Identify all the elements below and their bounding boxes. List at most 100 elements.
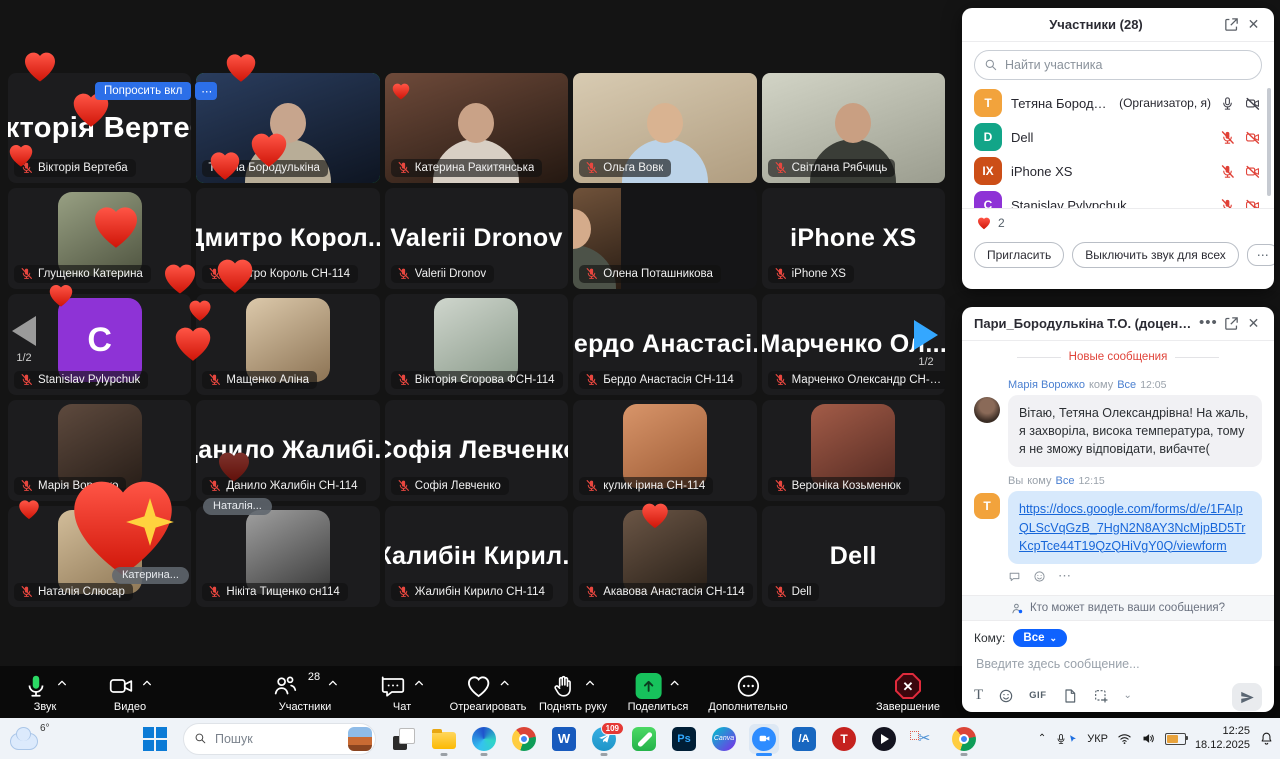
video-tile[interactable]: кулик ірина СН-114 bbox=[573, 400, 756, 501]
participant-row[interactable]: IX iPhone XS bbox=[962, 154, 1274, 188]
zoom-app-button[interactable] bbox=[752, 727, 776, 751]
attach-file-icon[interactable] bbox=[1062, 688, 1078, 704]
chevron-up-icon[interactable] bbox=[57, 679, 67, 687]
video-tile[interactable]: Valerii Dronov Valerii Dronov bbox=[385, 188, 568, 289]
chevron-up-icon[interactable] bbox=[500, 679, 510, 687]
camera-off-icon[interactable] bbox=[1245, 130, 1260, 145]
chrome-button[interactable] bbox=[512, 727, 536, 751]
chevron-down-icon[interactable]: ⌄ bbox=[1124, 690, 1132, 701]
ask-to-unmute-button[interactable]: Попросить вкл bbox=[95, 82, 191, 100]
video-tile[interactable]: Софія Левченко Софія Левченко bbox=[385, 400, 568, 501]
participant-row[interactable]: T Тетяна Бородулькі... (Организатор, я) bbox=[962, 86, 1274, 120]
toolbar-end-meeting[interactable]: ✕ Завершение bbox=[876, 673, 940, 713]
video-tile[interactable]: Глущенко Катерина bbox=[8, 188, 191, 289]
toolbar-raise-hand[interactable]: Поднять руку bbox=[539, 673, 607, 713]
video-tile[interactable]: Мащенко Аліна bbox=[196, 294, 379, 395]
message-recipient[interactable]: Все bbox=[1117, 379, 1136, 391]
message-more-icon[interactable]: ⋯ bbox=[1058, 571, 1071, 581]
battery-icon[interactable] bbox=[1165, 733, 1186, 745]
gallery-prev-page[interactable]: 1/2 bbox=[12, 316, 36, 364]
chrome-secondary-button[interactable] bbox=[952, 727, 976, 751]
toolbar-react[interactable]: Отреагировать bbox=[450, 673, 527, 713]
video-tile[interactable]: Вероніка Козьменюк bbox=[762, 400, 945, 501]
reply-icon[interactable] bbox=[1008, 570, 1021, 583]
toolbar-chat[interactable]: Чат bbox=[380, 673, 424, 713]
participants-more-button[interactable]: ⋯ bbox=[1247, 244, 1274, 266]
video-tile[interactable]: Жалибін Кирил... Жалибін Кирило СН-114 bbox=[385, 506, 568, 607]
language-indicator[interactable]: УКР bbox=[1087, 733, 1108, 745]
participant-search-input[interactable] bbox=[974, 50, 1262, 80]
video-tile[interactable]: Нікіта Тищенко сн114 bbox=[196, 506, 379, 607]
chevron-up-icon[interactable] bbox=[414, 679, 424, 687]
tile-more-button[interactable]: ⋯ bbox=[195, 82, 217, 100]
notes-app-button[interactable] bbox=[632, 727, 656, 751]
video-tile[interactable]: Акавова Анастасія СН-114 bbox=[573, 506, 756, 607]
mic-muted-icon[interactable] bbox=[1220, 164, 1235, 179]
video-tile[interactable]: Вікторія Єгорова ФСН-114 bbox=[385, 294, 568, 395]
video-tile[interactable]: Наталія Слюсар bbox=[8, 506, 191, 607]
popout-icon[interactable] bbox=[1223, 16, 1240, 33]
weather-widget[interactable]: 6° bbox=[10, 723, 50, 750]
toolbar-participants[interactable]: 28 Участники bbox=[272, 673, 338, 713]
gif-button[interactable]: GIF bbox=[1029, 690, 1046, 701]
movavi-button[interactable]: /A bbox=[792, 727, 816, 751]
video-tile[interactable]: Світлана Рябчиць bbox=[762, 73, 945, 183]
video-tile[interactable]: iPhone XS iPhone XS bbox=[762, 188, 945, 289]
mic-muted-icon[interactable] bbox=[1220, 130, 1235, 145]
participant-row[interactable]: C Stanislav Pylypchuk bbox=[962, 188, 1274, 208]
close-icon[interactable]: ✕ bbox=[1245, 315, 1262, 332]
file-explorer-button[interactable] bbox=[432, 727, 456, 751]
t-app-button[interactable]: T bbox=[832, 727, 856, 751]
close-icon[interactable]: ✕ bbox=[1245, 16, 1262, 33]
volume-icon[interactable] bbox=[1141, 731, 1156, 746]
message-recipient[interactable]: Все bbox=[1056, 475, 1075, 487]
video-tile[interactable]: Dell Dell bbox=[762, 506, 945, 607]
chevron-up-icon[interactable] bbox=[585, 679, 595, 687]
toolbar-video[interactable]: Видео bbox=[108, 673, 152, 713]
camera-off-icon[interactable] bbox=[1245, 198, 1260, 209]
next-page-arrow-icon[interactable] bbox=[914, 320, 938, 350]
video-tile[interactable]: Бердо Анастасі... Бердо Анастасія СН-114 bbox=[573, 294, 756, 395]
mute-all-button[interactable]: Выключить звук для всех bbox=[1072, 242, 1238, 268]
photoshop-button[interactable]: Ps bbox=[672, 727, 696, 751]
start-button[interactable] bbox=[143, 727, 167, 751]
mic-icon[interactable] bbox=[1220, 96, 1235, 111]
recipient-selector[interactable]: Все⌄ bbox=[1013, 629, 1067, 647]
video-tile[interactable]: Ольга Вовк bbox=[573, 73, 756, 183]
video-tile[interactable]: Катерина Ракитянська bbox=[385, 73, 568, 183]
notifications-bell-icon[interactable] bbox=[1259, 731, 1274, 746]
tray-expand-icon[interactable]: ⌃ bbox=[1038, 733, 1046, 744]
screenshot-icon[interactable] bbox=[1093, 688, 1109, 704]
canva-button[interactable]: Canva bbox=[712, 727, 736, 751]
video-tile[interactable]: Данило Жалибі... Данило Жалибін СН-114 bbox=[196, 400, 379, 501]
telegram-button[interactable]: 109 bbox=[592, 727, 616, 751]
mic-in-use-indicator[interactable] bbox=[1055, 733, 1078, 745]
taskbar-clock[interactable]: 12:25 18.12.2025 bbox=[1195, 725, 1250, 753]
search-highlight-image[interactable] bbox=[348, 727, 372, 751]
emoji-icon[interactable] bbox=[998, 688, 1014, 704]
prev-page-arrow-icon[interactable] bbox=[12, 316, 36, 346]
toolbar-audio[interactable]: Звук bbox=[23, 673, 67, 713]
send-message-button[interactable] bbox=[1232, 683, 1262, 711]
toolbar-more[interactable]: Дополнительно bbox=[708, 673, 787, 713]
chevron-up-icon[interactable] bbox=[142, 679, 152, 687]
media-player-button[interactable] bbox=[872, 727, 896, 751]
participant-row[interactable]: D Dell bbox=[962, 120, 1274, 154]
camera-off-icon[interactable] bbox=[1245, 96, 1260, 111]
add-reaction-icon[interactable] bbox=[1033, 570, 1046, 583]
chat-more-icon[interactable]: ••• bbox=[1199, 315, 1216, 332]
word-button[interactable]: W bbox=[552, 727, 576, 751]
wifi-icon[interactable] bbox=[1117, 731, 1132, 746]
toolbar-share-screen[interactable]: Поделиться bbox=[628, 673, 689, 713]
scrollbar-thumb[interactable] bbox=[1267, 88, 1271, 196]
task-view-button[interactable] bbox=[392, 727, 416, 751]
gallery-next-page[interactable]: 1/2 bbox=[914, 320, 938, 368]
taskbar-search-input[interactable] bbox=[213, 731, 342, 747]
camera-off-icon[interactable] bbox=[1245, 164, 1260, 179]
video-tile[interactable]: Дмитро Корол... Дмитро Король СН-114 bbox=[196, 188, 379, 289]
video-tile[interactable]: Тетяна Бородулькіна bbox=[196, 73, 379, 183]
popout-icon[interactable] bbox=[1223, 315, 1240, 332]
snipping-tool-button[interactable]: ✂ bbox=[912, 727, 936, 751]
invite-button[interactable]: Пригласить bbox=[974, 242, 1064, 268]
video-tile[interactable]: Марія Ворожко bbox=[8, 400, 191, 501]
